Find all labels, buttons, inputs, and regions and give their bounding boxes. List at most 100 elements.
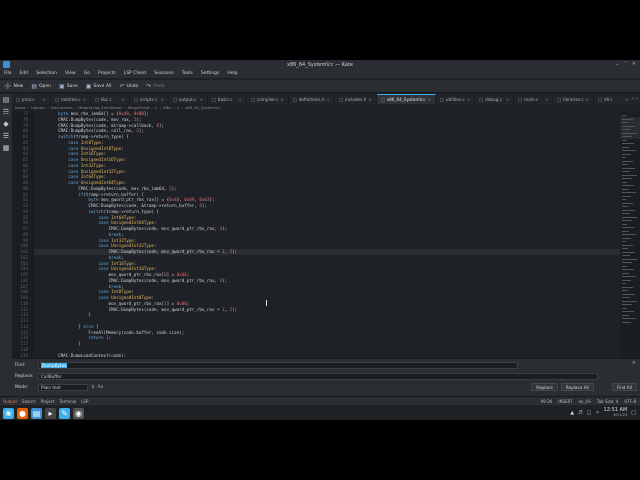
- projects-icon[interactable]: ☶: [2, 108, 10, 116]
- menu-item-sessions[interactable]: Sessions: [154, 71, 174, 76]
- breadcrumb-segment[interactable]: home: [15, 105, 26, 110]
- status-item-utf-8[interactable]: UTF-8: [624, 399, 636, 404]
- file-manager-icon[interactable]: ▤: [31, 407, 42, 419]
- menu-item-selection[interactable]: Selection: [36, 71, 57, 76]
- bluetooth-icon[interactable]: ✧: [595, 410, 599, 416]
- tab-output-c[interactable]: □ output.c ✕: [169, 94, 208, 104]
- tab-mktime-c[interactable]: □ mktime.c ✕: [51, 94, 91, 104]
- find-all-button[interactable]: Find All: [611, 383, 637, 391]
- maximize-icon[interactable]: ⌃: [624, 61, 628, 67]
- code-editor[interactable]: 77 byte mov_rbx_imm64[] = {0x48, 0xBB}; 7…: [12, 111, 620, 357]
- breadcrumb-segment[interactable]: MegaScript: [128, 105, 149, 110]
- filesystem-icon[interactable]: ▦: [2, 144, 10, 152]
- regex-options-icon[interactable]: ⇅: [91, 385, 95, 390]
- firefox-icon[interactable]: ●: [17, 407, 28, 419]
- tab-libraries-c[interactable]: □ libraries.c ✕: [553, 94, 595, 104]
- tab-main-c[interactable]: □ main.c ✕: [514, 94, 554, 104]
- tab-close-icon[interactable]: ✕: [200, 97, 203, 102]
- tab-utilities-c[interactable]: □ utilities.c ✕: [436, 94, 476, 104]
- status-item-99-36[interactable]: 99:36: [541, 399, 553, 404]
- clock[interactable]: 12:51 AM 8/11/23: [604, 408, 628, 418]
- tab-close-icon[interactable]: ✕: [545, 97, 548, 102]
- breadcrumb-segment[interactable]: x86_64_SystemV.c: [185, 105, 220, 110]
- tab-definitions-h[interactable]: □ definitions.h ✕: [289, 94, 335, 104]
- new-button[interactable]: ➕ New: [4, 83, 23, 90]
- terminal-icon[interactable]: ▸: [45, 407, 56, 419]
- breadcrumb-segment[interactable]: C: [155, 105, 158, 110]
- tab-close-icon[interactable]: ✕: [83, 97, 86, 102]
- menu-item-edit[interactable]: Edit: [20, 71, 29, 76]
- kate-icon[interactable]: ✎: [59, 407, 70, 419]
- undo-button[interactable]: ↶ Undo: [119, 83, 138, 90]
- clipboard-icon[interactable]: □: [587, 410, 592, 416]
- status-tab-lsp[interactable]: LSP: [81, 399, 88, 404]
- close-find-panel-icon[interactable]: ✕: [632, 360, 636, 366]
- status-tab-terminal[interactable]: Terminal: [59, 399, 76, 404]
- status-item-tab-size-4[interactable]: Tab Size: 4: [597, 399, 618, 404]
- tab-close-icon[interactable]: ✕: [280, 97, 283, 102]
- tab-libc-c[interactable]: □ libc.c ✕: [91, 94, 130, 104]
- menu-item-help[interactable]: Help: [227, 71, 237, 76]
- breadcrumb-segment[interactable]: C: [177, 105, 180, 110]
- tab-compiler-c[interactable]: □ compiler.c ✕: [247, 94, 289, 104]
- save-button[interactable]: ▣ Save: [59, 83, 78, 90]
- case-sensitive-icon[interactable]: Aa: [98, 385, 104, 390]
- tab-includes-h[interactable]: □ includes.h ✕: [335, 94, 377, 104]
- show-desktop-icon[interactable]: □: [631, 410, 636, 416]
- replace-button[interactable]: Replace: [531, 383, 558, 391]
- menu-item-projects[interactable]: Projects: [98, 71, 116, 76]
- tab-close-icon[interactable]: ✕: [625, 97, 628, 102]
- tab-close-icon[interactable]: ✕: [161, 97, 164, 102]
- minimize-icon[interactable]: ⌄: [615, 61, 619, 67]
- tab-jmal-c[interactable]: □ jmal.c ✕: [12, 94, 51, 104]
- kde-launcher-icon[interactable]: ❀: [3, 407, 14, 419]
- open-button[interactable]: ▤ Open: [31, 83, 51, 90]
- tab-debug-c[interactable]: □ debug.c ✕: [475, 94, 515, 104]
- menu-item-file[interactable]: File: [4, 71, 12, 76]
- git-icon[interactable]: ◆: [2, 120, 10, 128]
- status-tab-search[interactable]: Search: [22, 399, 36, 404]
- replace-input[interactable]: CallBuffer: [38, 372, 598, 380]
- documents-icon[interactable]: ▤: [2, 96, 10, 104]
- menu-item-lsp-client[interactable]: LSP Client: [124, 71, 147, 76]
- tab-close-icon[interactable]: ✕: [122, 97, 125, 102]
- tab-scripts-c[interactable]: □ scripts.c ✕: [130, 94, 169, 104]
- symbols-icon[interactable]: ☰: [2, 132, 10, 140]
- code-line[interactable]: 119 CMAC:DumpLoadContext(code);: [20, 353, 620, 358]
- breadcrumb-segment[interactable]: MegaScript_EvmVeiwer: [78, 105, 122, 110]
- tab-close-icon[interactable]: ✕: [239, 97, 242, 102]
- tab-x86-64-systemv-c[interactable]: □ x86_64_SystemV.c ✕: [376, 94, 436, 104]
- replace-all-button[interactable]: Replace All: [560, 383, 594, 391]
- tab-dll-c[interactable]: □ dll.c ✕: [594, 94, 634, 104]
- tab-close-icon[interactable]: ✕: [428, 97, 431, 102]
- breadcrumb-segment[interactable]: ABIs: [163, 105, 171, 110]
- close-icon[interactable]: ✕: [632, 61, 636, 67]
- tab-scroll-buttons[interactable]: ‹ ›: [630, 94, 640, 104]
- mode-select[interactable]: Plain text: [38, 383, 88, 391]
- menu-item-go[interactable]: Go: [84, 71, 90, 76]
- tab-close-icon[interactable]: ✕: [43, 97, 46, 102]
- status-item-insert[interactable]: INSERT: [558, 399, 572, 404]
- tab-close-icon[interactable]: ✕: [368, 97, 371, 102]
- breadcrumb-segment[interactable]: hayden: [31, 105, 45, 110]
- tab-close-icon[interactable]: ✕: [327, 97, 330, 102]
- status-item-en-us[interactable]: en_US: [578, 399, 590, 404]
- tab-close-icon[interactable]: ✕: [467, 97, 470, 102]
- network-icon[interactable]: ▲: [570, 410, 574, 416]
- chevron-right-icon[interactable]: ›: [636, 96, 638, 102]
- find-input[interactable]: DumpBytes: [38, 361, 518, 369]
- redo-button[interactable]: ↷ Redo: [146, 83, 164, 90]
- tab-close-icon[interactable]: ✕: [586, 97, 589, 102]
- status-tab-project[interactable]: Project: [41, 399, 55, 404]
- tab-close-icon[interactable]: ✕: [506, 97, 509, 102]
- chevron-left-icon[interactable]: ‹: [632, 96, 634, 102]
- breadcrumb-segment[interactable]: Documents: [51, 105, 73, 110]
- menu-item-settings[interactable]: Settings: [201, 71, 219, 76]
- tab-basic-c[interactable]: □ basic.c ✕: [208, 94, 247, 104]
- volume-icon[interactable]: ♬: [578, 410, 582, 416]
- obs-icon[interactable]: ◉: [73, 407, 84, 419]
- menu-item-tools[interactable]: Tools: [182, 71, 193, 76]
- menu-item-view[interactable]: View: [65, 71, 76, 76]
- code-lines[interactable]: 77 byte mov_rbx_imm64[] = {0x48, 0xBB}; 7…: [20, 111, 620, 358]
- save-all-button[interactable]: ▣ Save All: [86, 83, 112, 90]
